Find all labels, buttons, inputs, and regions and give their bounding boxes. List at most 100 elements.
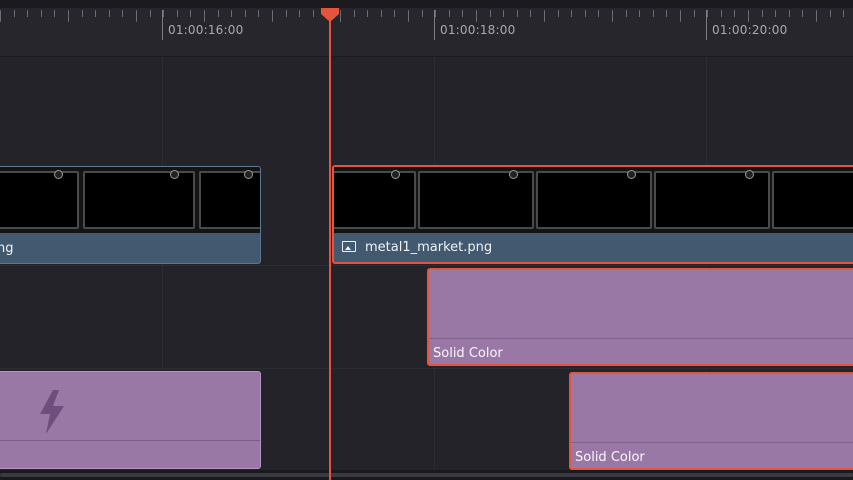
ruler-minor-tick (490, 10, 491, 17)
ruler-minor-tick (707, 10, 708, 17)
ruler-minor-tick (830, 10, 831, 17)
playhead-line[interactable] (329, 14, 331, 480)
track-separator (0, 265, 853, 266)
ruler-minor-tick (122, 10, 123, 17)
image-icon (342, 241, 356, 252)
ruler-minor-tick (354, 10, 355, 17)
ruler-minor-tick (816, 10, 817, 22)
ruler-minor-tick (435, 10, 436, 17)
timeline-ruler[interactable]: 01:00:16:00 01:00:18:00 01:00:20:00 (0, 0, 853, 57)
ruler-minor-tick (41, 10, 42, 17)
timecode-label: 01:00:20:00 (712, 23, 788, 37)
ruler-minor-tick (762, 10, 763, 17)
ruler-minor-tick (150, 10, 151, 17)
ruler-minor-tick (626, 10, 627, 17)
ruler-top-strip (0, 0, 853, 8)
filmstrip-frame (199, 170, 260, 229)
ruler-minor-tick (340, 10, 341, 22)
ruler-minor-tick (204, 10, 205, 22)
ruler-minor-tick (394, 10, 395, 17)
ruler-minor-tick (734, 10, 735, 17)
ruler-minor-tick (462, 10, 463, 17)
ruler-minor-tick (789, 10, 790, 17)
ruler-minor-tick (313, 10, 314, 17)
ruler-minor-tick (802, 10, 803, 17)
clip-filmstrip (0, 167, 260, 233)
ruler-minor-tick (177, 10, 178, 17)
ruler-minor-tick (612, 10, 613, 22)
clip-name: Solid Color (433, 346, 503, 361)
playhead-handle[interactable] (321, 8, 339, 22)
ruler-minor-tick (408, 10, 409, 22)
clip-name-text: ng (0, 241, 14, 256)
clip-name: Solid Color (575, 450, 645, 465)
ruler-minor-tick (109, 10, 110, 17)
grid-line (434, 57, 435, 475)
ruler-minor-tick (258, 10, 259, 17)
ruler-minor-tick (639, 10, 640, 17)
lightning-bolt-icon (40, 390, 64, 434)
ruler-major-tick (162, 10, 163, 40)
filmstrip-frame (536, 170, 652, 229)
ruler-minor-tick (0, 10, 1, 22)
timecode-label: 01:00:16:00 (168, 23, 244, 37)
ruler-minor-tick (14, 10, 15, 17)
ruler-minor-tick (530, 10, 531, 17)
ruler-minor-tick (721, 10, 722, 17)
clip-name: metal1_market.png (334, 234, 853, 262)
ruler-minor-tick (449, 10, 450, 17)
ruler-minor-tick (68, 10, 69, 22)
video-clip-metal1-market[interactable]: metal1_market.png (332, 165, 853, 264)
timecode-label: 01:00:18:00 (440, 23, 516, 37)
ruler-minor-tick (231, 10, 232, 17)
solid-color-clip-2[interactable]: Solid Color (569, 372, 853, 470)
ruler-minor-tick (245, 10, 246, 17)
ruler-minor-tick (381, 10, 382, 17)
filmstrip-frame (418, 170, 534, 229)
ruler-minor-tick (503, 10, 504, 17)
ruler-minor-tick (422, 10, 423, 17)
filmstrip-frame (0, 170, 79, 229)
ruler-minor-tick (476, 10, 477, 22)
ruler-major-tick (706, 10, 707, 40)
solid-color-clip-1[interactable]: Solid Color (427, 268, 853, 366)
ruler-minor-tick (666, 10, 667, 17)
scrollbar-thumb[interactable] (0, 473, 853, 477)
ruler-minor-tick (82, 10, 83, 17)
ruler-minor-tick (163, 10, 164, 17)
ruler-minor-tick (775, 10, 776, 17)
ruler-minor-tick (272, 10, 273, 22)
clip-name-text: metal1_market.png (365, 240, 493, 255)
filmstrip-frame (334, 170, 416, 229)
ruler-minor-tick (748, 10, 749, 22)
clip-divider (571, 442, 853, 443)
clip-filmstrip (334, 167, 853, 233)
ruler-minor-tick (517, 10, 518, 17)
ruler-minor-tick (54, 10, 55, 17)
ruler-minor-tick (299, 10, 300, 17)
filmstrip-frame (772, 171, 853, 229)
ruler-minor-tick (653, 10, 654, 17)
ruler-minor-tick (694, 10, 695, 17)
video-clip-left[interactable]: ng (0, 166, 261, 264)
ruler-minor-tick (367, 10, 368, 17)
ruler-minor-tick (598, 10, 599, 17)
ruler-minor-tick (218, 10, 219, 17)
filmstrip-frame (654, 170, 770, 229)
clip-name: ng (0, 235, 260, 263)
ruler-minor-tick (558, 10, 559, 17)
ruler-major-tick (434, 10, 435, 40)
timeline-scrollbar[interactable] (0, 470, 853, 480)
track-separator (0, 368, 853, 369)
ruler-minor-tick (190, 10, 191, 17)
ruler-minor-tick (95, 10, 96, 17)
ruler-minor-tick (585, 10, 586, 17)
ruler-minor-tick (136, 10, 137, 22)
ruler-minor-tick (680, 10, 681, 22)
ruler-minor-tick (843, 10, 844, 17)
ruler-minor-tick (571, 10, 572, 17)
generator-clip-left[interactable] (0, 371, 261, 469)
ruler-minor-tick (544, 10, 545, 22)
filmstrip-frame (83, 170, 195, 229)
clip-divider (0, 440, 260, 441)
